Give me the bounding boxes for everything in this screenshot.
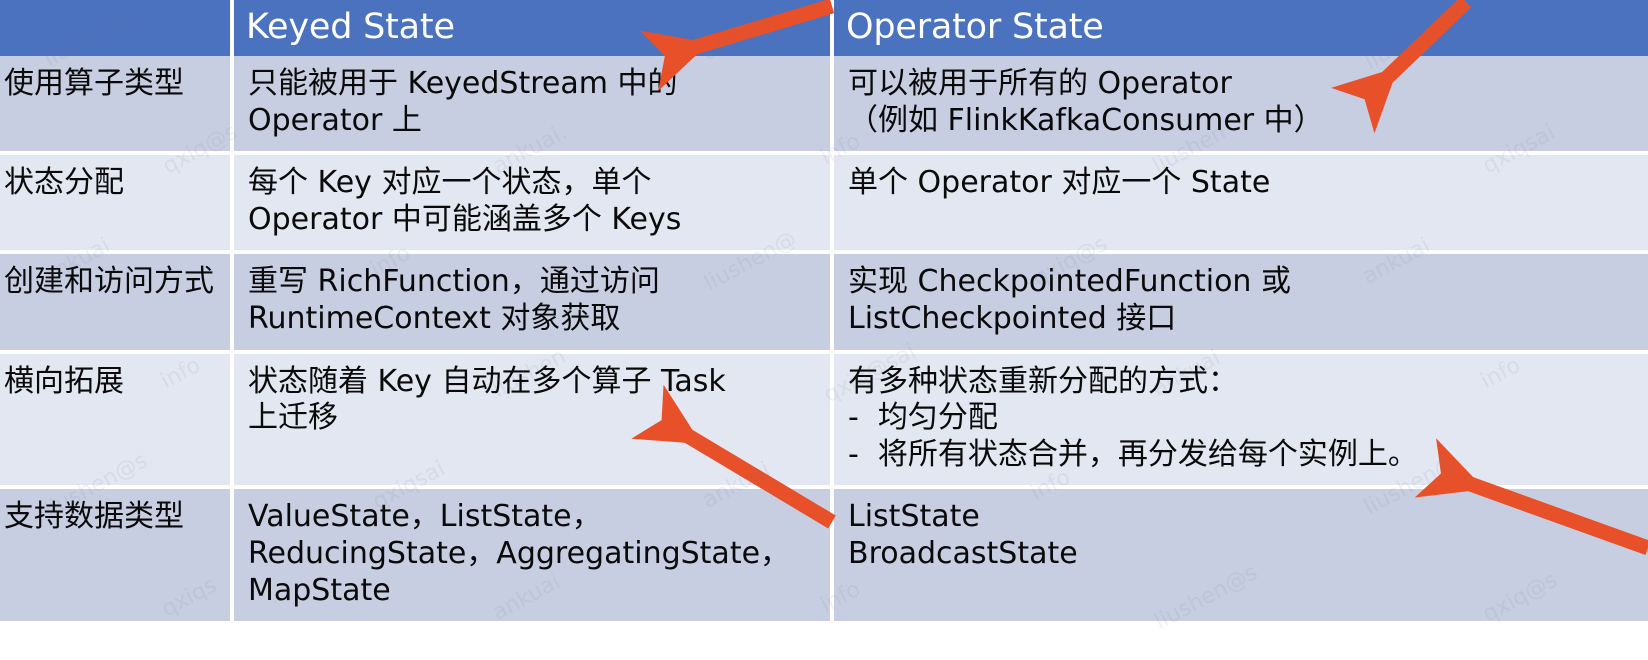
header-keyed-state: Keyed State <box>230 0 832 56</box>
text-line: Operator 上 <box>248 102 422 138</box>
keyed-vs-operator-state-table: Keyed State Operator State 使用算子类型 只能被用于 … <box>0 0 1648 622</box>
cell-keyed-types: ValueState，ListState， ReducingState，Aggr… <box>230 487 832 622</box>
cell-operator-creation: 实现 CheckpointedFunction 或 ListCheckpoint… <box>830 252 1648 352</box>
text-line: MapState <box>248 572 391 608</box>
text-line: 有多种状态重新分配的方式： <box>848 363 1238 399</box>
text-line: 上迁移 <box>248 400 338 436</box>
cell-operator-scaling: 有多种状态重新分配的方式： - 均匀分配 - 将所有状态合并，再分发给每个实例上… <box>830 351 1648 488</box>
cell-operator-usage: 可以被用于所有的 Operator （例如 FlinkKafkaConsumer… <box>830 56 1648 154</box>
table-row: 支持数据类型 ValueState，ListState， ReducingSta… <box>0 487 1648 622</box>
cell-keyed-allocation: 每个 Key 对应一个状态，单个 Operator 中可能涵盖多个 Keys <box>230 153 832 253</box>
text-line: 每个 Key 对应一个状态，单个 <box>248 165 652 201</box>
table-body: 使用算子类型 只能被用于 KeyedStream 中的 Operator 上 可… <box>0 56 1648 622</box>
bullet-item: - 将所有状态合并，再分发给每个实例上。 <box>848 436 1418 472</box>
text-line: BroadcastState <box>848 535 1078 571</box>
cell-keyed-usage: 只能被用于 KeyedStream 中的 Operator 上 <box>230 56 832 154</box>
text-line: Operator 中可能涵盖多个 Keys <box>248 201 682 237</box>
text-line: ValueState，ListState， <box>248 499 602 535</box>
table-row: 状态分配 每个 Key 对应一个状态，单个 Operator 中可能涵盖多个 K… <box>0 153 1648 253</box>
row-label-usage-operator-type: 使用算子类型 <box>0 56 232 154</box>
header-label-column <box>0 0 232 56</box>
row-label-horizontal-scaling: 横向拓展 <box>0 351 232 488</box>
table-row: 横向拓展 状态随着 Key 自动在多个算子 Task 上迁移 有多种状态重新分配… <box>0 351 1648 488</box>
text-line: ListCheckpointed 接口 <box>848 300 1177 336</box>
row-label-creation-access: 创建和访问方式 <box>0 252 232 352</box>
slide-canvas: Keyed State Operator State 使用算子类型 只能被用于 … <box>0 0 1648 660</box>
text-line: ReducingState，AggregatingState， <box>248 535 791 571</box>
text-line: 单个 Operator 对应一个 State <box>848 165 1271 201</box>
text-line: （例如 FlinkKafkaConsumer 中） <box>848 102 1324 138</box>
header-operator-state: Operator State <box>830 0 1648 56</box>
cell-keyed-creation: 重写 RichFunction，通过访问 RuntimeContext 对象获取 <box>230 252 832 352</box>
text-line: RuntimeContext 对象获取 <box>248 300 621 336</box>
row-label-state-allocation: 状态分配 <box>0 153 232 253</box>
text-line: 重写 RichFunction，通过访问 <box>248 264 660 300</box>
table-row: 使用算子类型 只能被用于 KeyedStream 中的 Operator 上 可… <box>0 56 1648 154</box>
bullet-item: - 均匀分配 <box>848 400 998 436</box>
text-line: ListState <box>848 499 980 535</box>
table-row: 创建和访问方式 重写 RichFunction，通过访问 RuntimeCont… <box>0 252 1648 352</box>
text-line: 可以被用于所有的 Operator <box>848 66 1232 101</box>
cell-keyed-scaling: 状态随着 Key 自动在多个算子 Task 上迁移 <box>230 351 832 488</box>
row-label-supported-data-types: 支持数据类型 <box>0 487 232 622</box>
text-line: 状态随着 Key 自动在多个算子 Task <box>248 363 726 399</box>
cell-operator-allocation: 单个 Operator 对应一个 State <box>830 153 1648 253</box>
cell-operator-types: ListState BroadcastState <box>830 487 1648 622</box>
text-line: 只能被用于 KeyedStream 中的 <box>248 66 678 101</box>
table-header: Keyed State Operator State <box>0 0 1648 56</box>
header-row: Keyed State Operator State <box>0 0 1648 56</box>
text-line: 实现 CheckpointedFunction 或 <box>848 264 1291 300</box>
